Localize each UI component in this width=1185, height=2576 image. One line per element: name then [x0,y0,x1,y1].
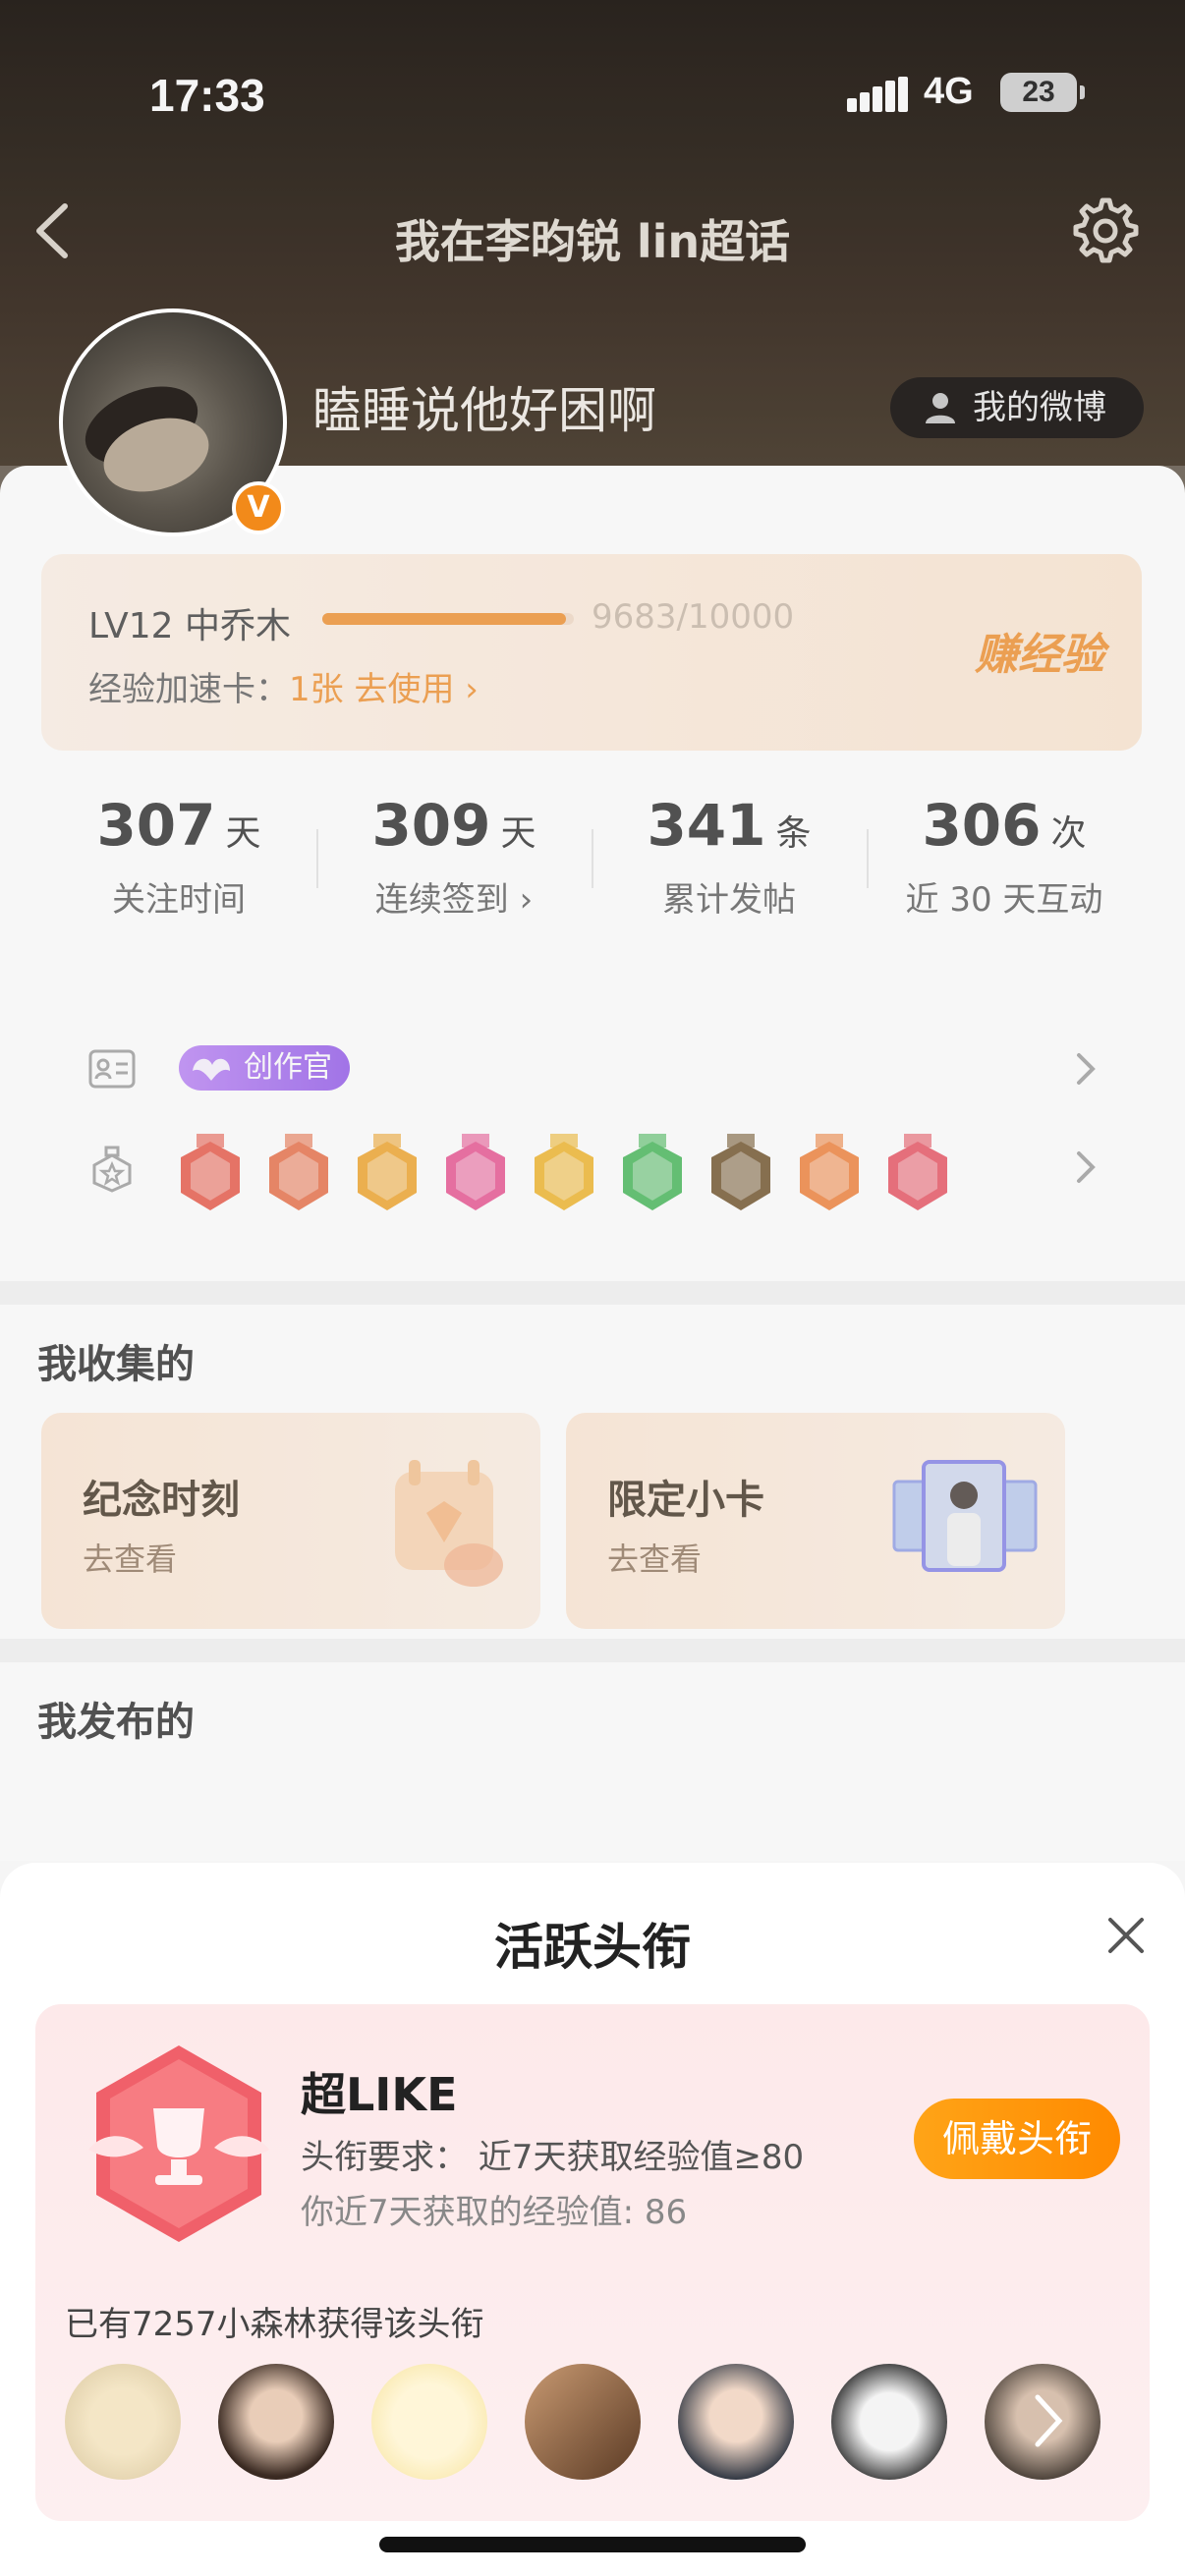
close-icon[interactable] [1102,1912,1150,1959]
wear-title-button[interactable]: 佩戴头衔 [914,2099,1120,2179]
title-detail-card: 超LIKE 头衔要求： 近7天获取经验值≥80 你近7天获取的经验值: 86 佩… [35,2004,1150,2521]
title-name: 超LIKE [301,2068,458,2121]
owner-avatar[interactable] [218,2364,334,2480]
title-requirement: 头衔要求： 近7天获取经验值≥80 [301,2138,805,2177]
verified-badge-icon: V [232,481,285,534]
owner-avatar[interactable] [831,2364,947,2480]
owner-avatar[interactable] [371,2364,487,2480]
my-exp-value: 你近7天获取的经验值: 86 [301,2193,688,2232]
chevron-right-icon[interactable] [1028,2389,1067,2452]
title-sheet: 活跃头衔 超LIKE 头衔要求： 近7天获取经验值≥80 你近7天获取的经验值:… [0,1863,1185,2576]
owner-avatar[interactable] [65,2364,181,2480]
owner-avatar[interactable] [525,2364,641,2480]
owner-avatar[interactable] [678,2364,794,2480]
super-like-badge-icon [88,2045,269,2242]
sheet-title: 活跃头衔 [494,1919,691,1976]
home-indicator [379,2537,806,2552]
owners-count-text: 已有7257小森林获得该头衔 [65,2305,484,2344]
